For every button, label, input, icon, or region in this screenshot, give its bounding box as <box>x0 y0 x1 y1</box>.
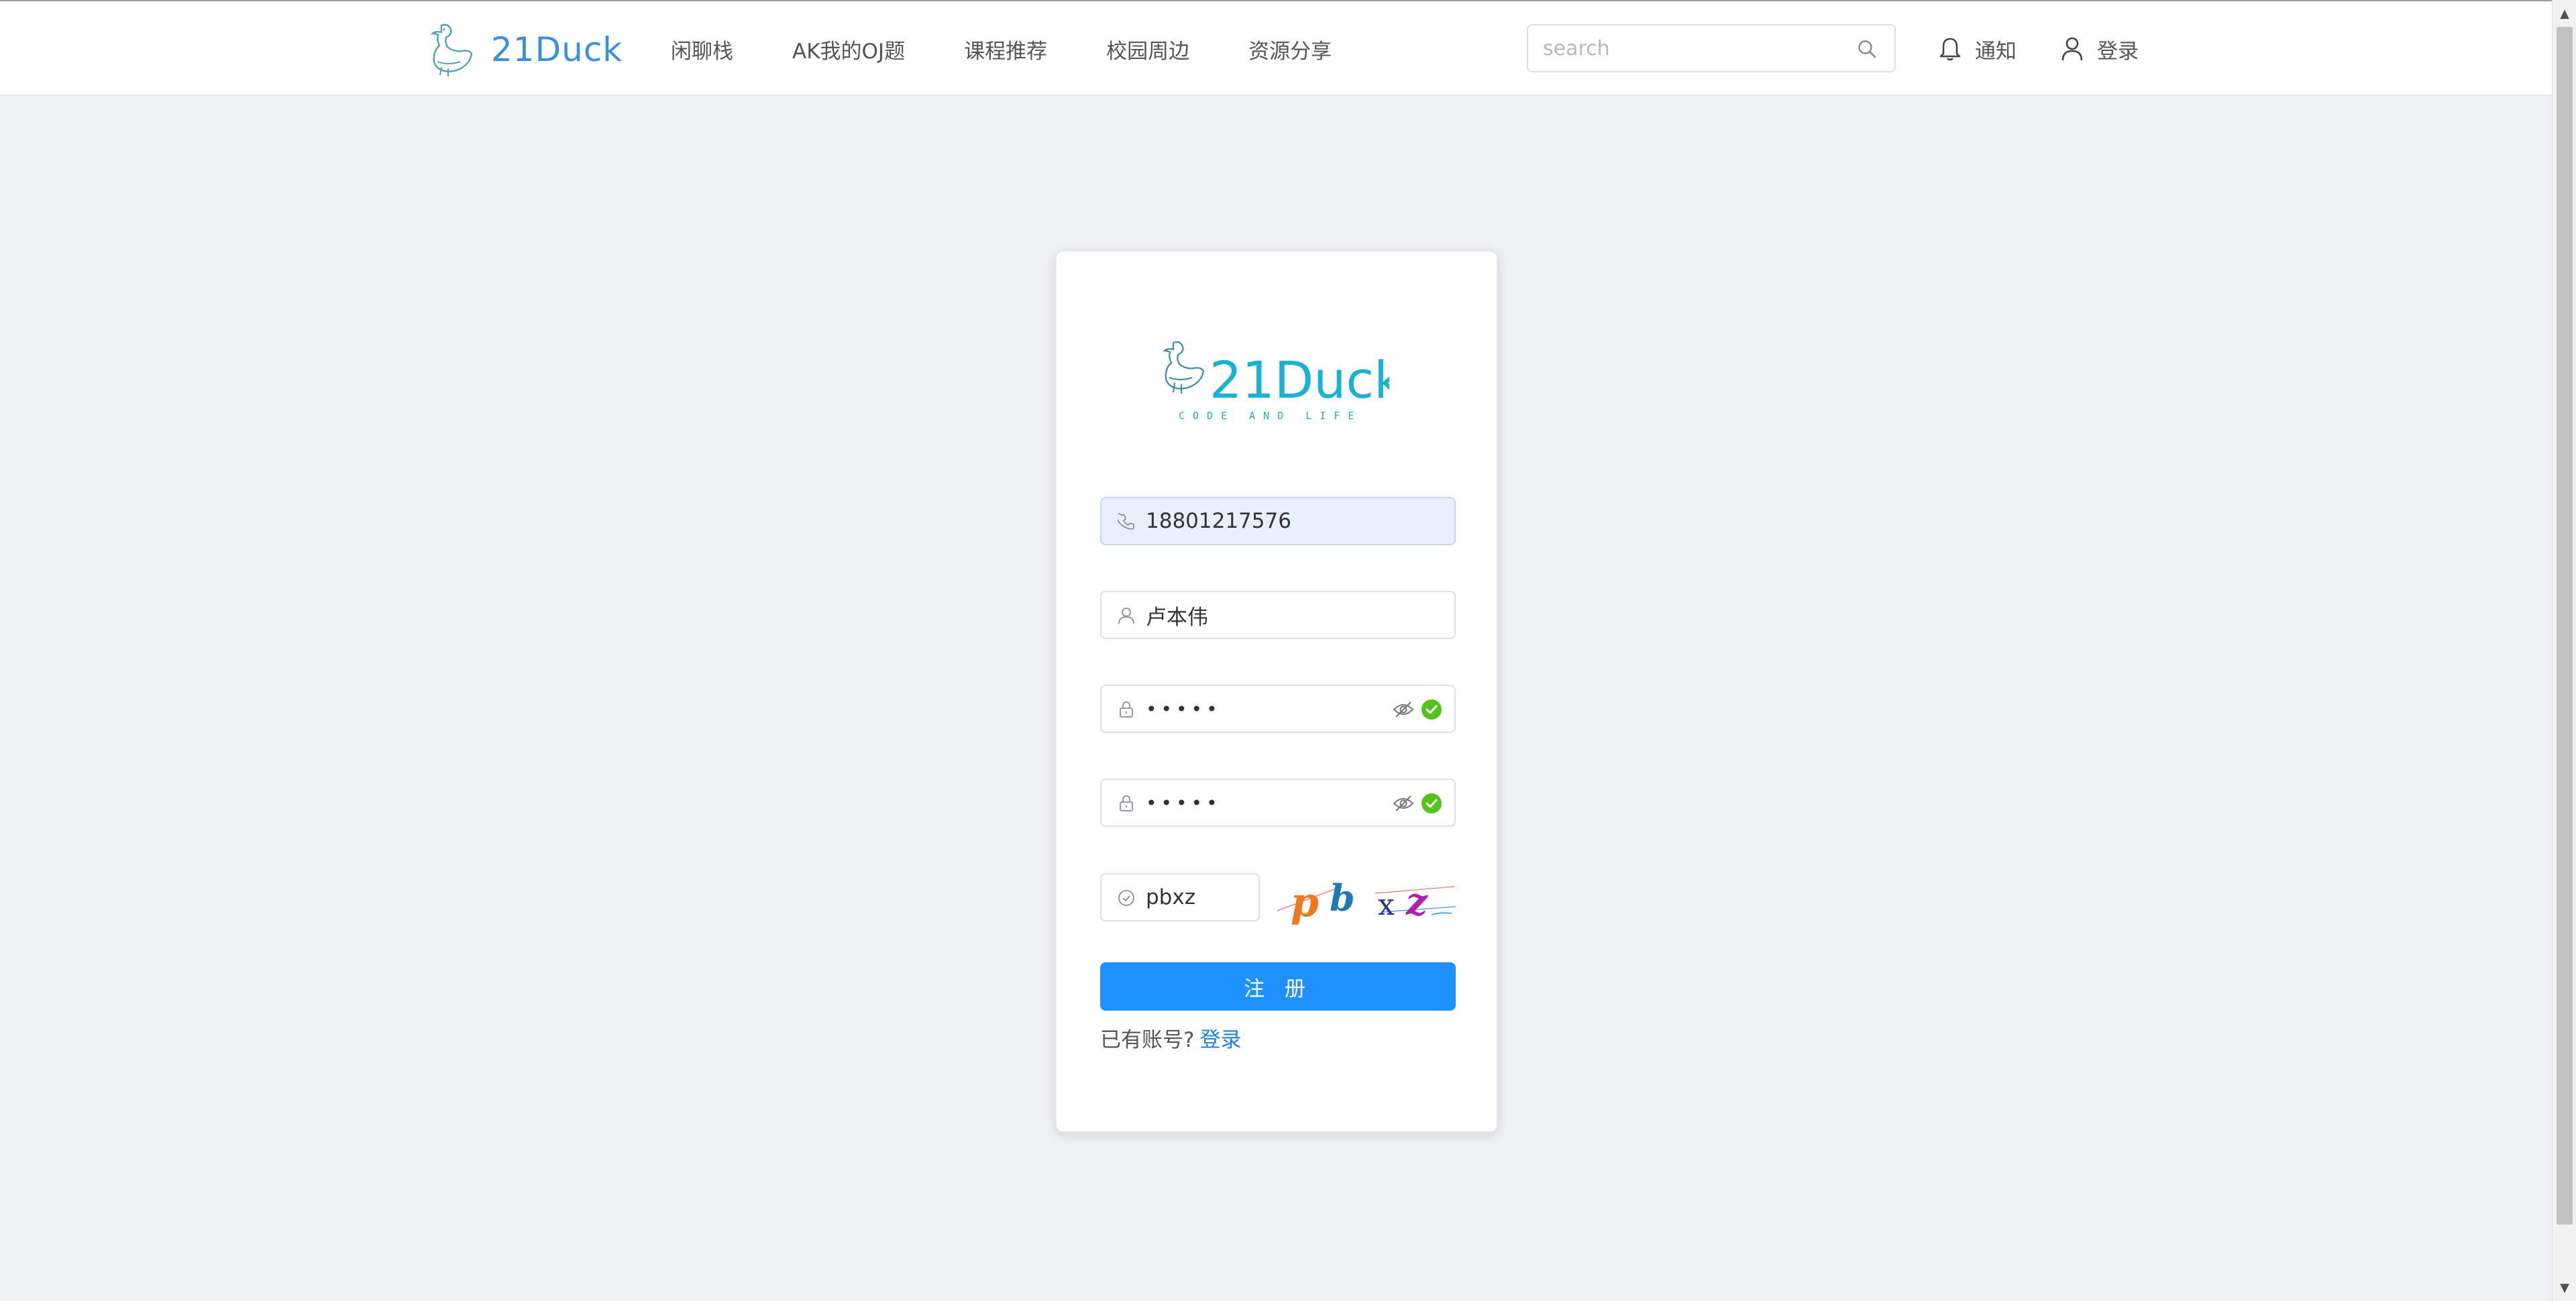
have-account-row: 已有账号? 登录 <box>1100 1023 1241 1053</box>
logo-text: 21Duck <box>1210 350 1389 410</box>
password-input[interactable] <box>1146 686 1401 732</box>
header-login-label: 登录 <box>2097 39 2139 64</box>
lock-icon <box>1120 701 1133 718</box>
captcha-char-4: z <box>1405 880 1428 924</box>
lock-icon <box>1120 795 1133 811</box>
captcha-image[interactable]: p b x z <box>1275 873 1457 927</box>
login-link[interactable]: 登录 <box>1199 1023 1241 1053</box>
nav-item-courses[interactable]: 课程推荐 <box>964 34 1047 64</box>
check-circle-icon <box>1118 890 1134 906</box>
scroll-up-icon[interactable]: ▲ <box>2553 1 2576 25</box>
captcha-char-2: b <box>1330 876 1355 919</box>
scroll-down-icon[interactable]: ▼ <box>2553 1276 2576 1300</box>
captcha-char-1: p <box>1291 879 1319 926</box>
eye-off-icon[interactable] <box>1393 700 1414 719</box>
confirm-password-input[interactable] <box>1146 780 1401 826</box>
brand[interactable]: 21Duck <box>428 21 623 78</box>
duck-logo-icon: 21Duck CODE AND LIFE <box>1163 341 1403 422</box>
user-icon <box>2061 37 2083 61</box>
search-icon[interactable] <box>1857 39 1877 59</box>
user-icon <box>1118 608 1134 624</box>
notify-link[interactable]: 通知 <box>1939 31 2017 67</box>
nav-item-resources[interactable]: 资源分享 <box>1248 34 1332 64</box>
top-navbar: 21Duck 闲聊栈 AK我的OJ题 课程推荐 校园周边 资源分享 通知 登录 <box>0 0 2552 95</box>
search-box <box>1527 24 1896 72</box>
phone-icon <box>1118 513 1134 530</box>
captcha-input[interactable] <box>1146 874 1253 920</box>
card-logo: 21Duck CODE AND LIFE <box>1161 336 1403 423</box>
notify-label: 通知 <box>1975 39 2017 64</box>
nav-item-campus[interactable]: 校园周边 <box>1106 34 1189 64</box>
brand-name: 21Duck <box>491 30 623 69</box>
register-button[interactable]: 注 册 <box>1100 962 1456 1011</box>
nav-item-oj[interactable]: AK我的OJ题 <box>792 34 905 64</box>
duck-logo-icon <box>431 23 473 76</box>
search-input[interactable] <box>1543 25 1838 71</box>
check-circle-icon <box>1421 793 1442 813</box>
bell-icon <box>1939 38 1961 61</box>
username-field <box>1100 591 1456 639</box>
nav-item-chat[interactable]: 闲聊栈 <box>671 34 733 64</box>
page-scrollbar[interactable]: ▲ ▼ <box>2552 0 2576 1301</box>
captcha-char-3: x <box>1378 888 1395 922</box>
scroll-thumb[interactable] <box>2557 27 2573 1225</box>
phone-input[interactable] <box>1146 498 1401 544</box>
main-nav: 闲聊栈 AK我的OJ题 课程推荐 校园周边 资源分享 <box>671 32 1332 66</box>
captcha-field <box>1100 873 1260 921</box>
confirm-password-field <box>1100 779 1456 827</box>
register-card: 21Duck CODE AND LIFE 18801217576 卢本伟 •••… <box>1055 250 1498 1133</box>
password-field <box>1100 685 1456 733</box>
phone-field <box>1100 497 1456 545</box>
have-account-text: 已有账号? <box>1100 1028 1195 1052</box>
check-circle-icon <box>1421 699 1442 720</box>
logo-tagline: CODE AND LIFE <box>1179 410 1362 422</box>
eye-off-icon[interactable] <box>1393 794 1414 813</box>
username-input[interactable] <box>1146 592 1401 638</box>
header-login-link[interactable]: 登录 <box>2061 31 2139 67</box>
